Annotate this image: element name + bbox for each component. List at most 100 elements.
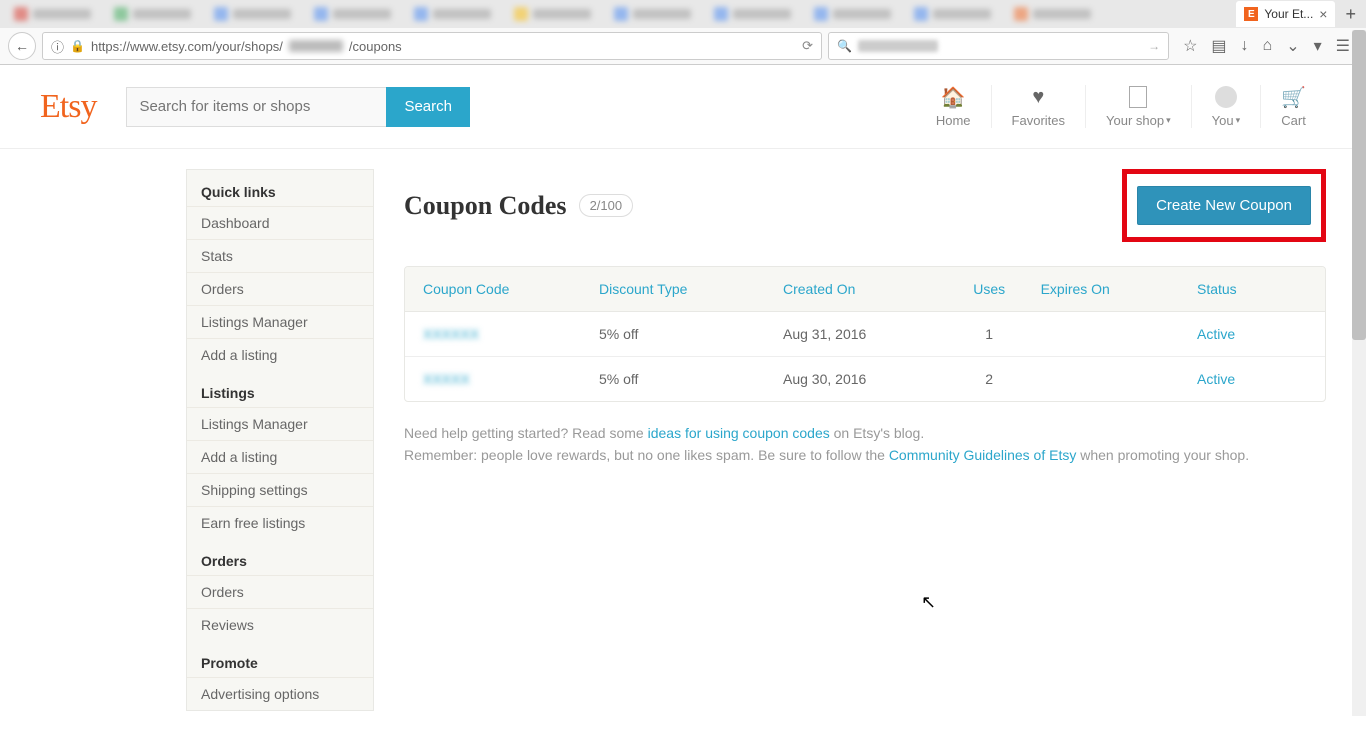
nav-cart[interactable]: 🛒 Cart (1260, 85, 1326, 128)
sidebar-heading: Orders (187, 539, 373, 575)
browser-nav-bar: ← ⓘ 🔒 https://www.etsy.com/your/shops//c… (0, 28, 1366, 64)
cell-status[interactable]: Active (1187, 357, 1325, 401)
background-tab[interactable] (910, 5, 995, 23)
count-badge: 2/100 (579, 194, 634, 217)
menu-icon[interactable]: ☰ (1336, 36, 1350, 56)
col-code[interactable]: Coupon Code (405, 267, 589, 311)
tab-strip: E Your Et... × + (0, 0, 1366, 28)
sidebar-heading: Promote (187, 641, 373, 677)
cell-expires (1031, 357, 1187, 401)
browser-search-bar[interactable]: 🔍 → (828, 32, 1169, 60)
sidebar-item[interactable]: Listings Manager (187, 305, 373, 338)
avatar-icon (1215, 85, 1237, 109)
guidelines-link[interactable]: Community Guidelines of Etsy (889, 447, 1077, 463)
sidebar-heading: Quick links (187, 170, 373, 206)
col-type[interactable]: Discount Type (589, 267, 773, 311)
addon-icon[interactable]: ▾ (1314, 36, 1322, 56)
background-tab[interactable] (1010, 5, 1095, 23)
cell-uses: 2 (948, 357, 1031, 401)
background-tab[interactable] (610, 5, 695, 23)
background-tab[interactable] (210, 5, 295, 23)
col-uses[interactable]: Uses (948, 267, 1031, 311)
background-tab[interactable] (510, 5, 595, 23)
sidebar-item[interactable]: Dashboard (187, 206, 373, 239)
home-icon[interactable]: ⌂ (1263, 37, 1273, 55)
sidebar-item[interactable]: Advertising options (187, 677, 373, 710)
home-icon: 🏠 (941, 85, 966, 109)
col-created[interactable]: Created On (773, 267, 948, 311)
scrollbar[interactable] (1352, 30, 1366, 716)
cell-uses: 1 (948, 312, 1031, 356)
sidebar-item[interactable]: Add a listing (187, 338, 373, 371)
help-text: Need help getting started? Read some ide… (404, 422, 1326, 467)
table-row: XXXXXX5% offAug 31, 20161 Active (405, 312, 1325, 357)
search-input[interactable] (126, 87, 386, 127)
nav-your-shop[interactable]: Your shop ▾ (1085, 85, 1191, 128)
bookmark-star-icon[interactable]: ☆ (1183, 36, 1197, 56)
cell-code[interactable]: XXXXX (405, 357, 589, 401)
close-icon[interactable]: × (1319, 6, 1327, 22)
site-search: Search (126, 87, 470, 127)
background-tab[interactable] (810, 5, 895, 23)
col-status[interactable]: Status (1187, 267, 1325, 311)
reading-list-icon[interactable]: ▤ (1211, 36, 1226, 56)
go-icon[interactable]: → (1148, 39, 1160, 53)
sidebar-item[interactable]: Reviews (187, 608, 373, 641)
background-tab[interactable] (710, 5, 795, 23)
sidebar-item[interactable]: Stats (187, 239, 373, 272)
cell-created: Aug 31, 2016 (773, 312, 948, 356)
cell-expires (1031, 312, 1187, 356)
etsy-favicon: E (1244, 7, 1258, 21)
url-text-suffix: /coupons (349, 39, 402, 54)
tab-title: Your Et... (1264, 7, 1313, 21)
page: Etsy Search 🏠 Home ♥ Favorites Your shop… (0, 65, 1366, 751)
sidebar-item[interactable]: Orders (187, 575, 373, 608)
chevron-down-icon: ▾ (1166, 115, 1171, 126)
scrollbar-thumb[interactable] (1352, 30, 1366, 340)
cart-icon: 🛒 (1281, 85, 1306, 109)
col-expires[interactable]: Expires On (1031, 267, 1187, 311)
url-text-prefix: https://www.etsy.com/your/shops/ (91, 39, 283, 54)
shop-icon (1129, 85, 1147, 109)
background-tab[interactable] (410, 5, 495, 23)
back-button[interactable]: ← (8, 32, 36, 60)
sidebar-item[interactable]: Shipping settings (187, 473, 373, 506)
url-bar[interactable]: ⓘ 🔒 https://www.etsy.com/your/shops//cou… (42, 32, 822, 60)
chevron-down-icon: ▾ (1236, 115, 1241, 126)
cell-created: Aug 30, 2016 (773, 357, 948, 401)
background-tab[interactable] (310, 5, 395, 23)
sidebar: Quick linksDashboardStatsOrdersListings … (186, 169, 374, 711)
main: Coupon Codes 2/100 Create New Coupon Cou… (404, 169, 1326, 711)
downloads-icon[interactable]: ↓ (1241, 37, 1249, 55)
create-new-coupon-button[interactable]: Create New Coupon (1137, 186, 1311, 225)
lock-icon: 🔒 (70, 39, 85, 53)
nav-home[interactable]: 🏠 Home (916, 85, 991, 128)
nav-favorites[interactable]: ♥ Favorites (991, 85, 1085, 128)
browser-chrome: E Your Et... × + ← ⓘ 🔒 https://www.etsy.… (0, 0, 1366, 65)
cell-code[interactable]: XXXXXX (405, 312, 589, 356)
browser-tab-active[interactable]: E Your Et... × (1236, 1, 1335, 27)
sidebar-item[interactable]: Listings Manager (187, 407, 373, 440)
table-header: Coupon Code Discount Type Created On Use… (405, 267, 1325, 312)
url-shop-name-blurred (289, 40, 343, 52)
page-head: Coupon Codes 2/100 Create New Coupon (404, 169, 1326, 242)
background-tab[interactable] (10, 5, 95, 23)
new-tab-button[interactable]: + (1345, 4, 1356, 25)
background-tab[interactable] (110, 5, 195, 23)
coupons-table: Coupon Code Discount Type Created On Use… (404, 266, 1326, 402)
ideas-link[interactable]: ideas for using coupon codes (648, 425, 830, 441)
sidebar-heading: Listings (187, 371, 373, 407)
sidebar-item[interactable]: Add a listing (187, 440, 373, 473)
search-text-blurred (858, 40, 938, 52)
sidebar-item[interactable]: Earn free listings (187, 506, 373, 539)
search-button[interactable]: Search (386, 87, 470, 127)
pocket-icon[interactable]: ⌄ (1286, 36, 1299, 56)
cell-type: 5% off (589, 312, 773, 356)
heart-icon: ♥ (1032, 85, 1044, 109)
page-title: Coupon Codes (404, 191, 567, 221)
sidebar-item[interactable]: Orders (187, 272, 373, 305)
nav-you[interactable]: You ▾ (1191, 85, 1260, 128)
etsy-logo[interactable]: Etsy (40, 88, 96, 126)
cell-status[interactable]: Active (1187, 312, 1325, 356)
reload-icon[interactable]: ⟳ (802, 38, 813, 54)
